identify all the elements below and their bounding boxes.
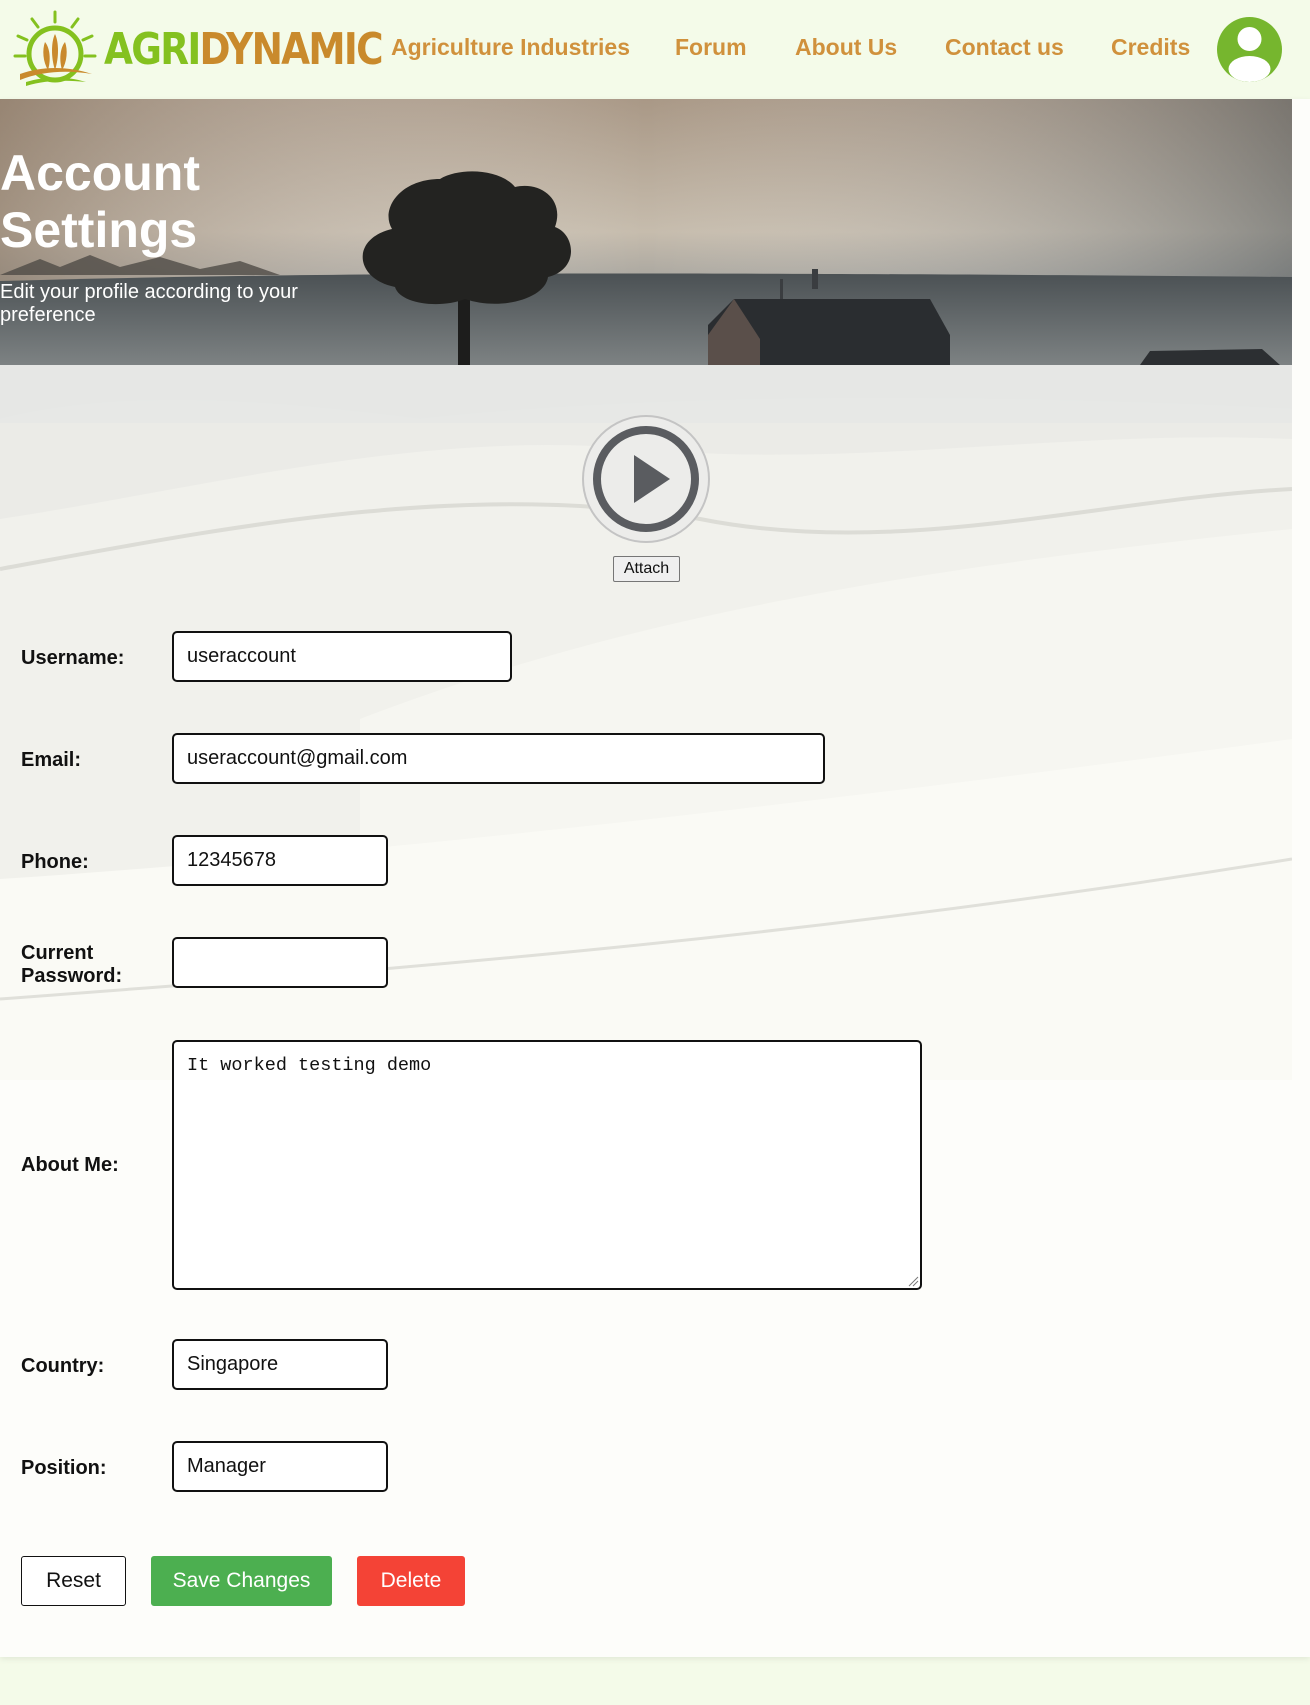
nav-link-credits[interactable]: Credits xyxy=(1111,34,1190,61)
brand-name-part1: AGRI xyxy=(104,24,201,75)
hero-banner: Account Settings Edit your profile accor… xyxy=(0,99,1292,365)
brand-name[interactable]: AGRIDYNAMIC xyxy=(104,20,384,80)
nav-link-contact-us[interactable]: Contact us xyxy=(945,34,1064,61)
resize-grip-icon[interactable] xyxy=(907,1275,919,1287)
top-navbar: AGRIDYNAMIC Agriculture Industries Forum… xyxy=(0,0,1310,99)
username-label: Username: xyxy=(21,647,125,669)
agridynamic-logo-icon[interactable] xyxy=(12,8,98,88)
save-changes-button[interactable]: Save Changes xyxy=(151,1556,332,1606)
about-me-label: About Me: xyxy=(21,1154,119,1176)
about-me-text: It worked testing demo xyxy=(187,1055,432,1076)
profile-avatar-button[interactable] xyxy=(1217,17,1282,82)
brand-name-part2: DYNAMIC xyxy=(199,24,384,75)
phone-label: Phone: xyxy=(21,851,89,873)
position-input[interactable]: Manager xyxy=(172,1441,388,1492)
country-label: Country: xyxy=(21,1355,105,1377)
current-password-input[interactable] xyxy=(172,937,388,988)
email-label: Email: xyxy=(21,749,82,771)
email-input[interactable]: useraccount@gmail.com xyxy=(172,733,825,784)
current-password-label: Current Password: xyxy=(21,942,122,988)
country-input[interactable]: Singapore xyxy=(172,1339,388,1390)
nav-link-about-us[interactable]: About Us xyxy=(795,34,897,61)
current-password-label-line1: Current xyxy=(21,942,94,964)
account-settings-card: Account Settings Edit your profile accor… xyxy=(0,99,1310,1657)
page-subtitle: Edit your profile according to your pref… xyxy=(0,281,298,326)
about-me-textarea[interactable]: It worked testing demo xyxy=(172,1040,922,1290)
position-label: Position: xyxy=(21,1457,107,1479)
nav-link-forum[interactable]: Forum xyxy=(675,34,747,61)
user-avatar-icon xyxy=(1228,27,1271,82)
phone-input[interactable]: 12345678 xyxy=(172,835,388,886)
username-input[interactable]: useraccount xyxy=(172,631,512,682)
reset-button[interactable]: Reset xyxy=(21,1556,126,1606)
play-circle-icon xyxy=(582,415,710,543)
attach-button[interactable]: Attach xyxy=(613,556,680,582)
delete-button[interactable]: Delete xyxy=(357,1556,465,1606)
current-password-label-line2: Password: xyxy=(21,965,123,987)
page-title: Account Settings xyxy=(0,145,200,258)
nav-link-agriculture-industries[interactable]: Agriculture Industries xyxy=(391,34,630,61)
media-preview[interactable] xyxy=(582,415,710,543)
